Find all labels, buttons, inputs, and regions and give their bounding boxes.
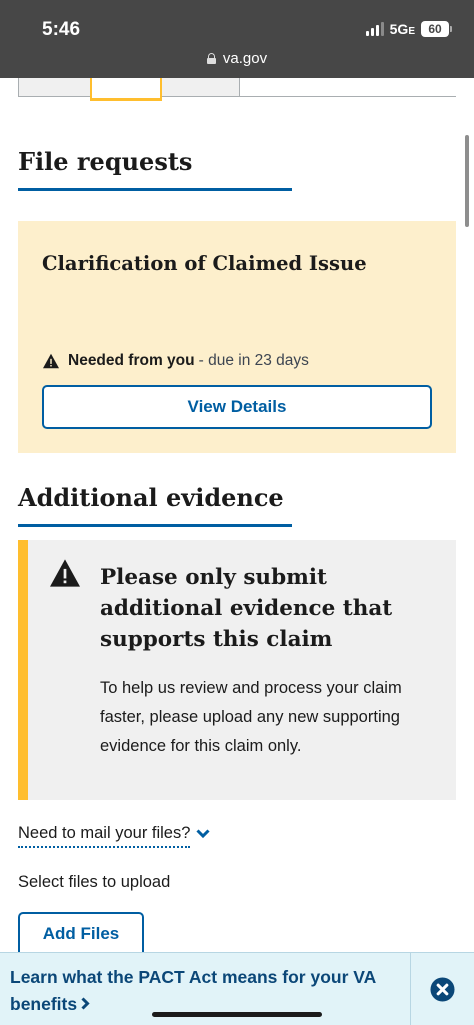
tab-details[interactable] [158, 78, 240, 97]
pact-act-link-text: Learn what the PACT Act means for your V… [10, 967, 376, 1014]
battery-icon: 60 [421, 21, 452, 37]
file-request-card: Clarification of Claimed Issue Needed fr… [18, 221, 456, 453]
tab-files-active[interactable] [90, 78, 162, 101]
chevron-down-icon [196, 829, 210, 839]
select-files-label: Select files to upload [18, 873, 171, 891]
evidence-warning-alert: Please only submit additional evidence t… [18, 540, 456, 800]
url-bar[interactable]: va.gov [0, 50, 474, 67]
request-title: Clarification of Claimed Issue [42, 252, 367, 275]
claim-tabs [0, 78, 474, 103]
banner-divider [410, 953, 411, 1025]
browser-chrome: 5:46 5GE 60 va.gov [0, 0, 474, 78]
view-details-button[interactable]: View Details [42, 385, 432, 429]
close-circle-icon[interactable] [430, 977, 455, 1002]
status-due: - due in 23 days [198, 352, 309, 369]
tab-status[interactable] [18, 78, 92, 97]
tab-divider [240, 96, 456, 97]
signal-icon [365, 22, 384, 36]
network-label: 5GE [389, 21, 415, 37]
mail-files-label: Need to mail your files? [18, 824, 191, 848]
warning-icon [50, 559, 80, 587]
mail-files-toggle[interactable]: Need to mail your files? [18, 824, 210, 848]
status-indicators: 5GE 60 [365, 21, 452, 37]
additional-evidence-heading: Additional evidence [18, 483, 284, 512]
pact-act-link[interactable]: Learn what the PACT Act means for your V… [10, 964, 400, 1018]
home-indicator[interactable] [152, 1012, 322, 1017]
status-needed: Needed from you [68, 352, 195, 369]
request-status: Needed from you - due in 23 days [42, 352, 309, 370]
scrollbar[interactable] [465, 135, 469, 227]
url-text: va.gov [222, 50, 268, 67]
lock-icon [206, 53, 216, 64]
warning-icon [43, 353, 59, 369]
heading-underline [18, 524, 292, 527]
heading-underline [18, 188, 292, 191]
battery-level: 60 [421, 21, 449, 37]
alert-body: To help us review and process your claim… [100, 679, 402, 755]
alert-title: Please only submit additional evidence t… [100, 565, 393, 652]
status-time: 5:46 [42, 19, 81, 40]
chevron-right-icon [81, 997, 90, 1010]
file-requests-heading: File requests [18, 147, 193, 176]
